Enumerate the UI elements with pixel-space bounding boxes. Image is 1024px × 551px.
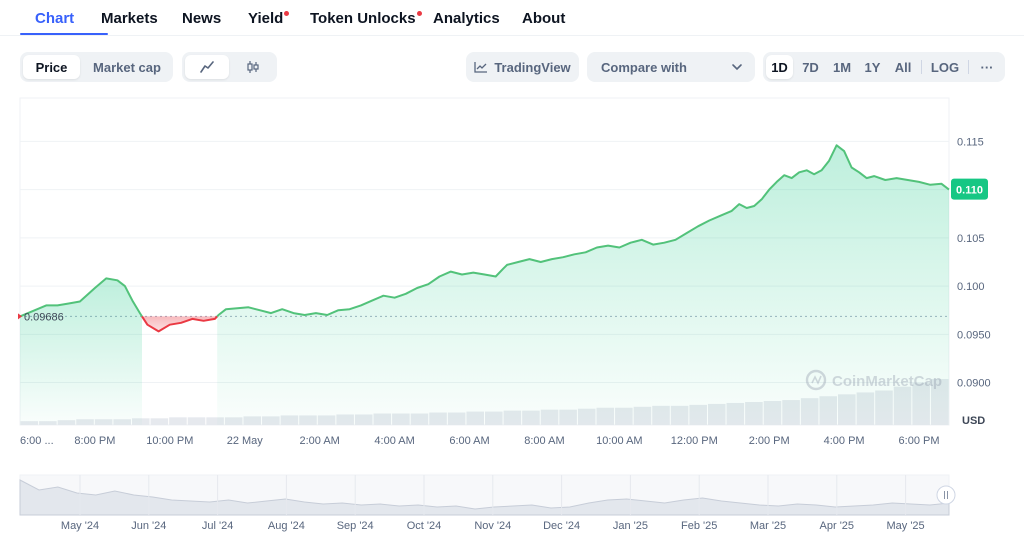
navigator-tick-label: Sep '24 <box>337 520 374 532</box>
tab-bar: Chart Markets News Yield Token Unlocks A… <box>0 0 1024 36</box>
line-chart-button[interactable] <box>185 55 229 79</box>
x-tick-label: 6:00 PM <box>899 435 940 447</box>
navigator-tick-label: Feb '25 <box>681 520 717 532</box>
x-tick-label: 10:00 PM <box>146 435 193 447</box>
notification-dot-icon <box>416 11 422 16</box>
navigator-handle-knob[interactable] <box>936 485 956 505</box>
navigator-tick-label: Dec '24 <box>543 520 580 532</box>
compare-with-dropdown[interactable]: Compare with <box>587 52 755 82</box>
x-tick-label: 4:00 PM <box>824 435 865 447</box>
tradingview-chart-icon <box>474 62 488 73</box>
range-7d-button[interactable]: 7D <box>796 55 825 79</box>
x-tick-label: 12:00 PM <box>671 435 718 447</box>
price-marketcap-toggle: Price Market cap <box>20 52 173 82</box>
navigator-tick-label: May '24 <box>61 520 99 532</box>
x-tick-label: 6:00 ... <box>20 435 54 447</box>
volume-bar <box>187 417 206 425</box>
chart-type-toggle <box>182 52 277 82</box>
range-selector: 1D 7D 1M 1Y All LOG ··· <box>763 52 1005 82</box>
tab-token-unlocks[interactable]: Token Unlocks <box>310 10 422 27</box>
compare-with-label: Compare with <box>601 59 687 75</box>
tab-markets[interactable]: Markets <box>101 10 158 27</box>
price-button[interactable]: Price <box>23 55 80 79</box>
line-chart-icon <box>200 61 214 73</box>
chevron-down-icon <box>732 64 742 71</box>
watermark-label: CoinMarketCap <box>832 373 942 390</box>
tab-news[interactable]: News <box>182 10 221 27</box>
navigator-tick-label: Jul '24 <box>202 520 233 532</box>
x-tick-label: 8:00 PM <box>74 435 115 447</box>
active-tab-indicator <box>20 33 108 35</box>
x-tick-label: 4:00 AM <box>374 435 414 447</box>
current-price-label: 0.110 <box>956 185 983 197</box>
y-tick-label: 0.100 <box>957 281 985 293</box>
x-tick-label: 10:00 AM <box>596 435 642 447</box>
y-tick-label: 0.105 <box>957 233 985 245</box>
x-tick-label: 8:00 AM <box>524 435 564 447</box>
y-tick-label: 0.0900 <box>957 378 991 390</box>
volume-bar <box>169 417 187 425</box>
range-all-button[interactable]: All <box>889 55 917 79</box>
currency-label: USD <box>962 415 985 427</box>
y-tick-label: 0.0950 <box>957 329 991 341</box>
tab-about[interactable]: About <box>522 10 565 27</box>
navigator-handle[interactable] <box>936 485 956 505</box>
price-chart[interactable]: 0.1150.1100.1050.1000.09500.09000.096860… <box>0 90 1024 551</box>
candlestick-icon <box>246 61 259 73</box>
y-tick-label: 0.115 <box>957 136 984 148</box>
navigator-tick-label: Jan '25 <box>613 520 648 532</box>
navigator-tick-label: May '25 <box>887 520 925 532</box>
x-tick-label: 22 May <box>227 435 264 447</box>
navigator-tick-label: Aug '24 <box>268 520 305 532</box>
range-1d-button[interactable]: 1D <box>766 55 793 79</box>
tradingview-label: TradingView <box>494 59 571 75</box>
x-tick-label: 2:00 AM <box>299 435 339 447</box>
notification-dot-icon <box>284 11 290 16</box>
tab-chart[interactable]: Chart <box>35 10 74 27</box>
volume-bar <box>150 418 169 425</box>
range-divider <box>921 60 922 74</box>
tab-yield[interactable]: Yield <box>248 10 290 27</box>
range-divider <box>968 60 969 74</box>
baseline-label: 0.09686 <box>24 311 64 323</box>
x-tick-label: 6:00 AM <box>449 435 489 447</box>
log-scale-button[interactable]: LOG <box>926 55 964 79</box>
navigator-tick-label: Nov '24 <box>474 520 511 532</box>
tradingview-button[interactable]: TradingView <box>466 52 579 82</box>
market-cap-button[interactable]: Market cap <box>84 55 170 79</box>
navigator-tick-label: Oct '24 <box>407 520 442 532</box>
more-options-button[interactable]: ··· <box>973 55 1001 79</box>
range-1y-button[interactable]: 1Y <box>859 55 886 79</box>
range-1m-button[interactable]: 1M <box>828 55 856 79</box>
navigator-tick-label: Jun '24 <box>131 520 166 532</box>
navigator-tick-label: Apr '25 <box>820 520 855 532</box>
navigator-tick-label: Mar '25 <box>750 520 786 532</box>
price-chart-svg[interactable]: 0.1150.1100.1050.1000.09500.09000.096860… <box>0 90 1024 551</box>
tab-analytics[interactable]: Analytics <box>433 10 500 27</box>
x-tick-label: 2:00 PM <box>749 435 790 447</box>
candlestick-chart-button[interactable] <box>231 55 274 79</box>
